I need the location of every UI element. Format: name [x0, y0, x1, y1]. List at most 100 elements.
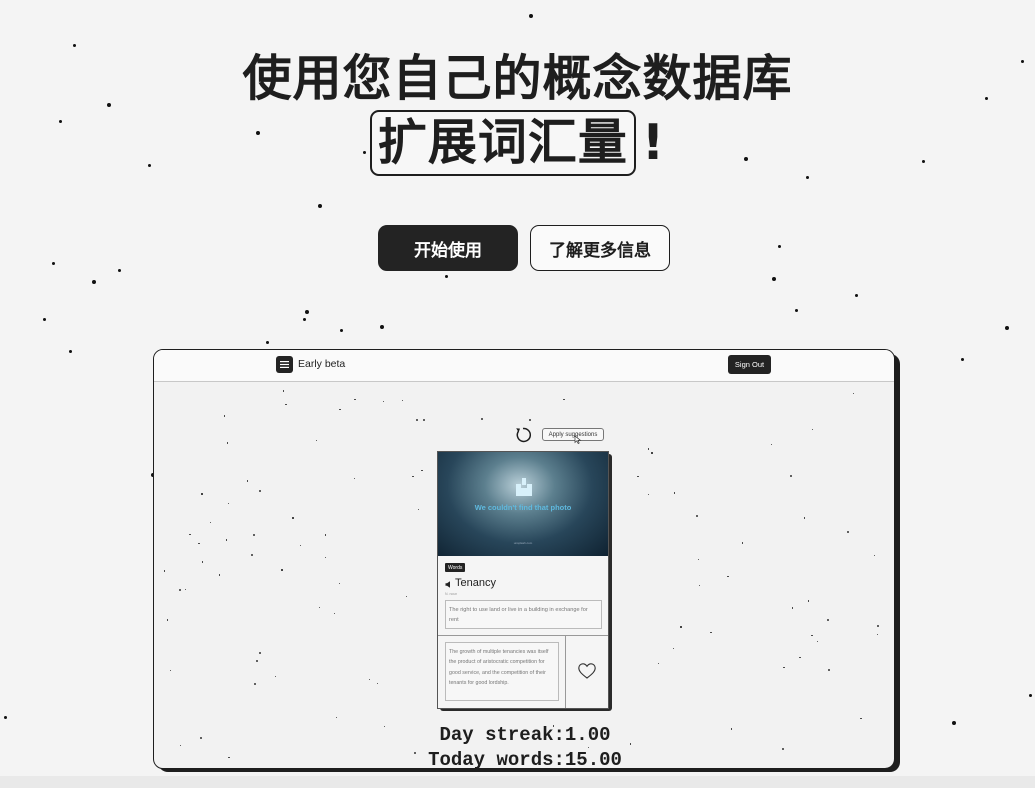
- background-dot: [651, 452, 653, 454]
- background-dot: [811, 634, 813, 637]
- learn-more-button[interactable]: 了解更多信息: [530, 225, 670, 271]
- background-dot: [201, 493, 203, 495]
- background-dot: [846, 531, 849, 534]
- background-dot: [255, 659, 258, 662]
- background-dot: [480, 417, 483, 420]
- background-dot: [300, 545, 302, 547]
- background-dot: [812, 428, 814, 431]
- background-dot: [164, 570, 166, 572]
- background-dot: [422, 418, 425, 421]
- card-divider: [438, 635, 608, 636]
- background-dot: [828, 668, 831, 671]
- background-dot: [184, 588, 187, 590]
- background-dot: [354, 399, 356, 401]
- background-dot: [563, 398, 565, 401]
- apply-suggestions-button[interactable]: Apply suggestions: [542, 428, 604, 441]
- background-dot: [254, 683, 257, 686]
- background-dot: [529, 14, 533, 18]
- background-dot: [673, 648, 675, 650]
- background-dot: [826, 619, 829, 622]
- word-card: We couldn't find that photo unsplash.com…: [437, 451, 609, 709]
- hero-title-line1: 使用您自己的概念数据库: [242, 50, 793, 107]
- background-dot: [783, 666, 785, 668]
- background-dot: [339, 408, 341, 411]
- background-dot: [816, 640, 818, 643]
- background-dot: [319, 606, 321, 609]
- background-dot: [405, 595, 407, 598]
- background-dot: [219, 574, 221, 576]
- background-dot: [52, 262, 55, 265]
- background-dot: [807, 600, 810, 602]
- background-dot: [637, 476, 639, 478]
- background-dot: [657, 662, 660, 665]
- background-dot: [324, 534, 327, 536]
- example-sentence: The growth of multiple tenancies was its…: [445, 642, 559, 701]
- background-dot: [699, 585, 701, 587]
- menu-button[interactable]: [276, 356, 293, 373]
- background-dot: [258, 652, 261, 655]
- app-navbar: Early beta Sign Out: [154, 350, 894, 382]
- background-dot: [226, 539, 228, 541]
- background-dot: [795, 309, 798, 312]
- speaker-icon[interactable]: [445, 581, 452, 588]
- heart-icon[interactable]: [578, 663, 596, 679]
- background-dot: [528, 419, 531, 422]
- get-started-button[interactable]: 开始使用: [378, 225, 518, 271]
- word-title: Tenancy: [455, 577, 496, 589]
- background-dot: [292, 517, 294, 519]
- background-dot: [417, 508, 420, 511]
- background-dot: [170, 669, 172, 672]
- background-dot: [274, 675, 276, 678]
- background-dot: [166, 619, 168, 621]
- background-dot: [247, 480, 249, 482]
- background-dot: [852, 392, 854, 394]
- background-dot: [253, 534, 256, 537]
- background-dot: [335, 717, 338, 719]
- background-dot: [368, 679, 371, 681]
- background-dot: [250, 554, 253, 557]
- app-preview-window: Early beta Sign Out Apply suggestions We…: [153, 349, 895, 769]
- refresh-icon[interactable]: [514, 426, 532, 444]
- background-dot: [855, 294, 858, 297]
- image-credit-text: unsplash.com: [513, 541, 533, 545]
- background-dot: [305, 310, 309, 314]
- background-dot: [792, 607, 794, 609]
- background-dot: [266, 341, 269, 344]
- background-dot: [226, 442, 228, 444]
- image-missing-text: We couldn't find that photo: [474, 503, 572, 512]
- background-dot: [258, 490, 261, 493]
- background-dot: [4, 716, 7, 719]
- cursor-icon: [574, 435, 582, 444]
- background-dot: [92, 280, 96, 284]
- menu-icon: [280, 361, 289, 368]
- background-dot: [380, 325, 384, 329]
- background-dot: [227, 502, 229, 505]
- background-dot: [69, 350, 72, 353]
- background-dot: [673, 492, 675, 494]
- words-badge: Words: [445, 563, 466, 572]
- background-dot: [223, 415, 225, 417]
- background-dot: [790, 475, 793, 478]
- background-dot: [179, 588, 182, 591]
- background-dot: [118, 269, 121, 272]
- background-dot: [873, 554, 875, 557]
- background-dot: [799, 657, 801, 659]
- background-dot: [73, 44, 76, 47]
- background-dot: [201, 561, 204, 563]
- background-dot: [772, 277, 776, 281]
- background-dot: [412, 475, 414, 478]
- hero-title-highlight: 扩展词汇量: [369, 110, 636, 176]
- sign-out-button[interactable]: Sign Out: [728, 355, 771, 374]
- background-dot: [803, 517, 805, 519]
- background-dot: [741, 542, 744, 544]
- background-dot: [377, 682, 379, 684]
- image-placeholder-icon: [516, 478, 532, 496]
- background-dot: [647, 493, 650, 496]
- background-dot: [697, 558, 700, 561]
- background-dot: [778, 245, 781, 248]
- background-dot: [281, 569, 283, 571]
- background-dot: [771, 443, 773, 446]
- background-dot: [695, 514, 698, 517]
- hero-title: 使用您自己的概念数据库 扩展词汇量!: [0, 50, 1035, 176]
- background-dot: [680, 626, 682, 628]
